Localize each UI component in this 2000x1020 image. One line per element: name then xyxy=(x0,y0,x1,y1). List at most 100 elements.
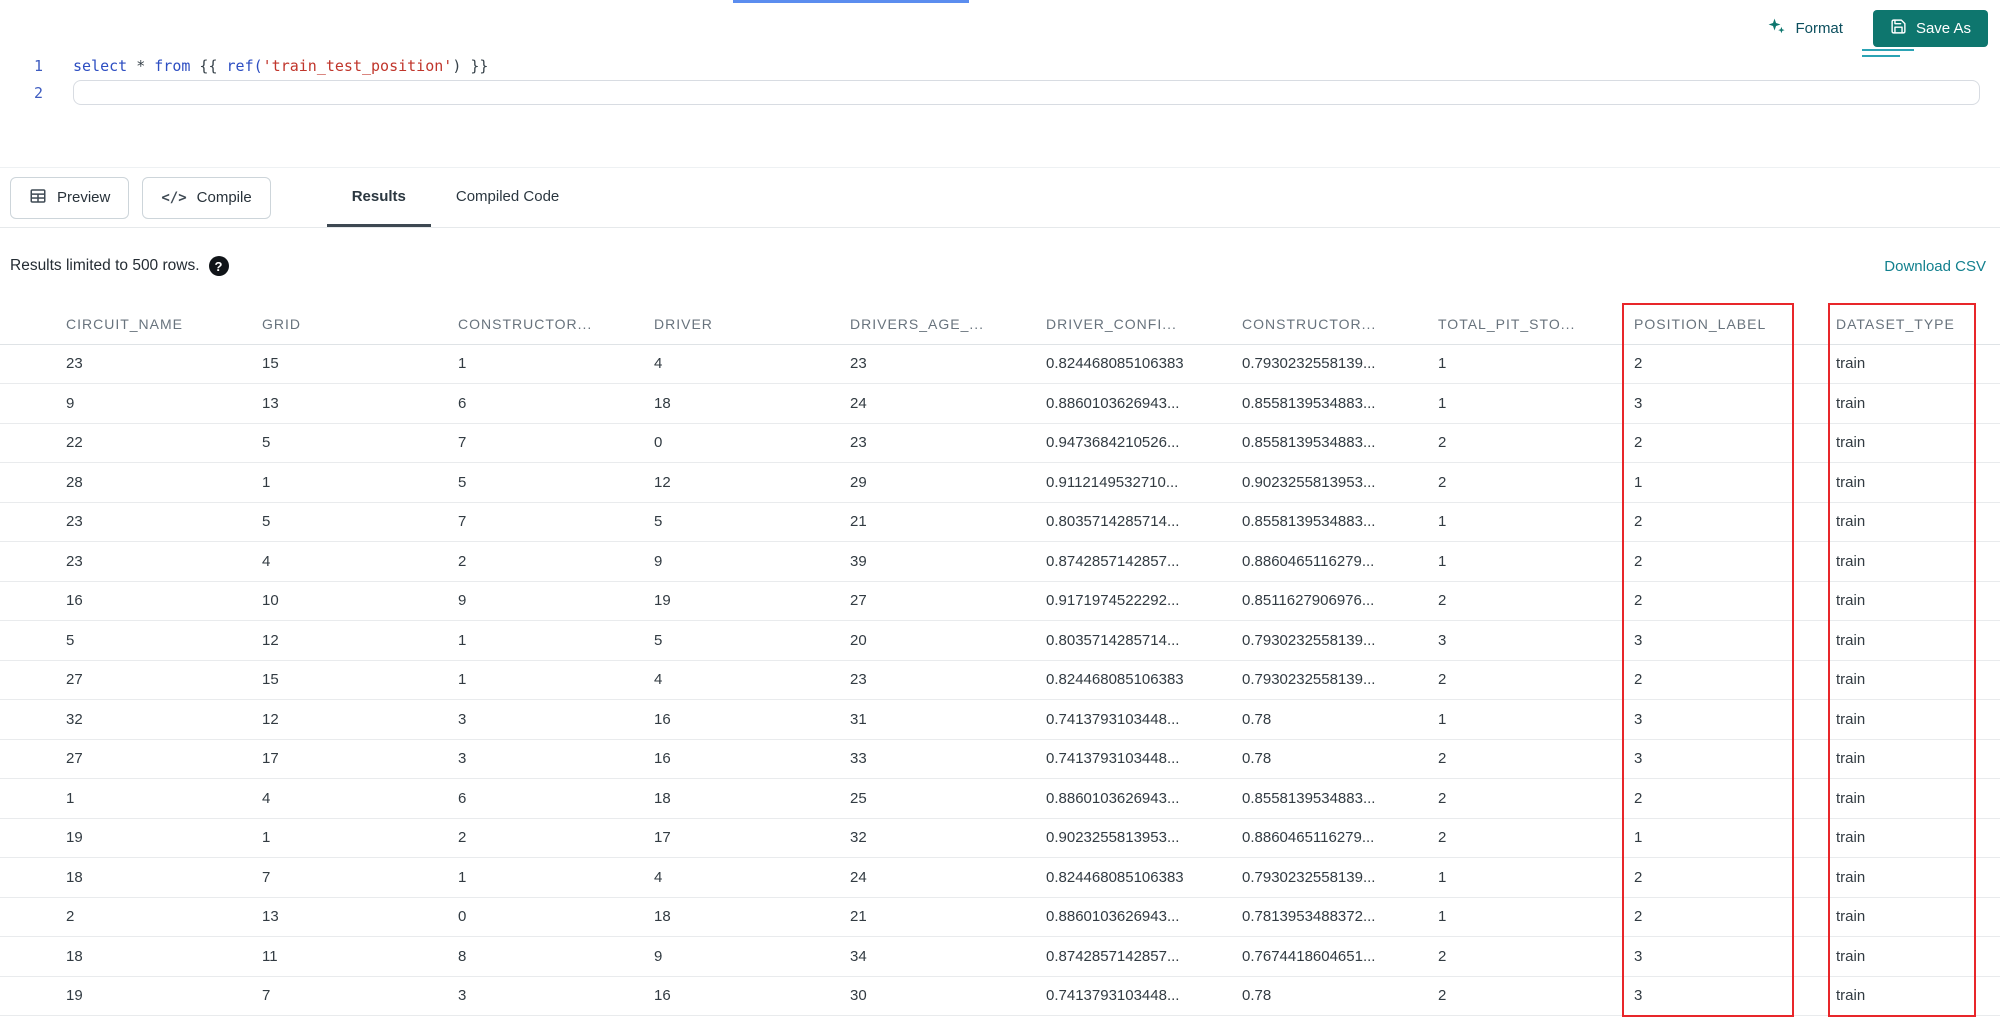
format-button[interactable]: Format xyxy=(1767,17,1843,40)
code-line-2[interactable]: 2 xyxy=(0,79,2000,106)
table-cell: 1 xyxy=(1634,462,1836,503)
table-row: 19 1 2 17 32 0.9023255813953... 0.886046511627… xyxy=(0,818,2000,858)
table-cell: 1 xyxy=(458,660,654,700)
results-table: CIRCUIT_NAME GRID CONSTRUCTOR... DRIVER DRIV… xyxy=(0,304,2000,1016)
table-cell: 23 xyxy=(0,344,262,384)
table-cell: 2 xyxy=(1438,660,1634,700)
table-cell: 16 xyxy=(654,699,850,740)
table-cell: 32 xyxy=(0,699,262,740)
table-cell: 6 xyxy=(458,778,654,819)
table-cell: 27 xyxy=(0,660,262,700)
table-cell: 5 xyxy=(262,502,458,542)
table-cell: 27 xyxy=(0,739,262,779)
column-header: TOTAL_PIT_STO... xyxy=(1438,304,1634,345)
table-cell: 0.8860103626943... xyxy=(1046,778,1242,819)
table-cell: 5 xyxy=(0,620,262,661)
table-cell: 4 xyxy=(654,344,850,384)
table-cell: 0.8860103626943... xyxy=(1046,897,1242,937)
table-cell: 27 xyxy=(850,581,1046,621)
table-cell: 3 xyxy=(458,739,654,779)
table-cell: 17 xyxy=(654,818,850,858)
table-row: 18 11 8 9 34 0.8742857142857... 0.767441860465… xyxy=(0,936,2000,977)
table-cell: 30 xyxy=(850,976,1046,1016)
code-token: {{ xyxy=(190,56,227,75)
table-cell: 0.9023255813953... xyxy=(1046,818,1242,858)
table-cell: 8 xyxy=(458,936,654,977)
code-icon: </> xyxy=(161,189,187,206)
table-cell: train xyxy=(1836,620,2000,661)
table-cell: 23 xyxy=(850,660,1046,700)
table-cell: 0.8035714285714... xyxy=(1046,502,1242,542)
table-cell: train xyxy=(1836,739,2000,779)
code-token: select xyxy=(73,56,128,75)
table-cell: train xyxy=(1836,383,2000,424)
column-header: DRIVER_CONFI... xyxy=(1046,304,1242,345)
column-header: DRIVER xyxy=(654,304,850,345)
table-cell: 5 xyxy=(654,620,850,661)
table-cell: train xyxy=(1836,660,2000,700)
table-cell: 28 xyxy=(0,462,262,503)
table-cell: 0.8558139534883... xyxy=(1242,778,1438,819)
table-cell: 12 xyxy=(654,462,850,503)
table-cell: 0.8860465116279... xyxy=(1242,818,1438,858)
actions-row: Preview </> Compile Results Compiled Cod… xyxy=(0,168,2000,228)
table-cell: train xyxy=(1836,581,2000,621)
table-cell: 13 xyxy=(262,897,458,937)
table-cell: 1 xyxy=(1438,699,1634,740)
table-cell: 11 xyxy=(262,936,458,977)
sparkles-icon xyxy=(1767,17,1786,40)
table-cell: 13 xyxy=(262,383,458,424)
code-line-1[interactable]: 1 select * from {{ ref('train_test_posit… xyxy=(0,52,2000,79)
table-cell: 4 xyxy=(654,857,850,898)
table-cell: 2 xyxy=(1634,423,1836,463)
table-row: 28 1 5 12 29 0.9112149532710... 0.902325581395… xyxy=(0,462,2000,503)
table-cell: 10 xyxy=(262,581,458,621)
table-cell: 3 xyxy=(1634,739,1836,779)
table-cell: 0.7413793103448... xyxy=(1046,699,1242,740)
results-bar: Results limited to 500 rows. ? Download … xyxy=(0,228,2000,304)
compile-button[interactable]: </> Compile xyxy=(142,176,271,219)
save-as-button[interactable]: Save As xyxy=(1872,10,1988,47)
download-csv-link[interactable]: Download CSV xyxy=(1884,258,1986,275)
column-header: CONSTRUCTOR... xyxy=(458,304,654,345)
table-cell: train xyxy=(1836,778,2000,819)
table-cell: 2 xyxy=(1438,818,1634,858)
table-cell: 2 xyxy=(1634,778,1836,819)
table-cell: 5 xyxy=(458,462,654,503)
table-cell: train xyxy=(1836,699,2000,740)
header-row: CIRCUIT_NAME GRID CONSTRUCTOR... DRIVER DRIV… xyxy=(0,304,2000,345)
table-cell: 0.7930232558139... xyxy=(1242,344,1438,384)
table-row: 23 15 1 4 23 0.824468085106383 0.7930232558139… xyxy=(0,344,2000,384)
code-token: ref( xyxy=(226,56,263,75)
table-cell: 3 xyxy=(1438,620,1634,661)
help-icon[interactable]: ? xyxy=(208,256,229,276)
compile-label: Compile xyxy=(196,189,252,206)
table-cell: 9 xyxy=(458,581,654,621)
tab-compiled-code[interactable]: Compiled Code xyxy=(431,168,584,227)
table-cell: 3 xyxy=(1634,620,1836,661)
table-cell: 2 xyxy=(458,818,654,858)
tab-results[interactable]: Results xyxy=(326,168,431,227)
table-cell: 1 xyxy=(262,818,458,858)
table-cell: 1 xyxy=(1438,897,1634,937)
table-cell: 2 xyxy=(1438,581,1634,621)
ide-results-page: Format Save As 1 select * from {{ ref('t… xyxy=(0,0,2000,1020)
editor-toolbar: Format Save As xyxy=(1767,10,1988,47)
table-cell: 5 xyxy=(654,502,850,542)
preview-button[interactable]: Preview xyxy=(10,176,130,219)
table-cell: 2 xyxy=(1634,541,1836,582)
table-cell: 2 xyxy=(1634,857,1836,898)
code-token: 'train_test_position' xyxy=(262,56,453,75)
table-cell: 16 xyxy=(654,976,850,1016)
table-cell: 0.9023255813953... xyxy=(1242,462,1438,503)
table-cell: 16 xyxy=(0,581,262,621)
table-row: 23 5 7 5 21 0.8035714285714... 0.8558139534883… xyxy=(0,502,2000,542)
code-editor[interactable]: Format Save As 1 select * from {{ ref('t… xyxy=(0,0,2000,168)
table-header: CIRCUIT_NAME GRID CONSTRUCTOR... DRIVER DRIV… xyxy=(0,304,2000,345)
table-cell: 18 xyxy=(654,383,850,424)
table-cell: 2 xyxy=(0,897,262,937)
table-cell: 2 xyxy=(1438,976,1634,1016)
table-cell: 24 xyxy=(850,383,1046,424)
save-as-label: Save As xyxy=(1915,20,1971,37)
column-header: DRIVERS_AGE_... xyxy=(850,304,1046,345)
